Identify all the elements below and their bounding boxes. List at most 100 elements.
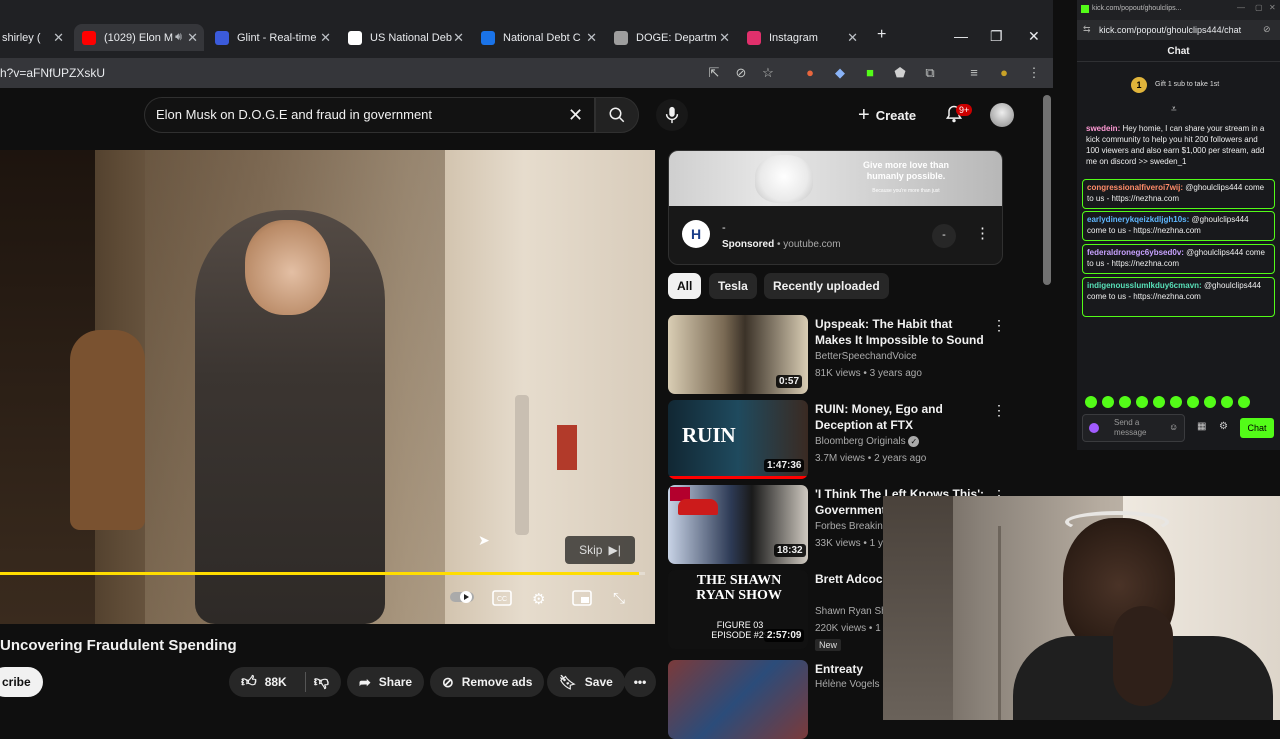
kick-maximize-icon[interactable]: ▢ xyxy=(1255,3,1263,12)
channel-name[interactable]: Bloomberg Originals ✓ xyxy=(815,436,920,447)
chip-tesla[interactable]: Tesla xyxy=(709,273,757,299)
emote-icon[interactable] xyxy=(1085,396,1097,408)
page-scrollbar[interactable] xyxy=(1043,95,1051,285)
emote-icon[interactable] xyxy=(1221,396,1233,408)
channel-name[interactable]: BetterSpeechandVoice xyxy=(815,351,917,362)
tab-close-icon[interactable]: ✕ xyxy=(187,30,198,46)
emote-icon[interactable] xyxy=(1119,396,1131,408)
tab-close-icon[interactable]: ✕ xyxy=(847,30,858,46)
extension-cloud-icon[interactable]: ◆ xyxy=(833,66,847,80)
account-avatar[interactable] xyxy=(990,103,1014,127)
chat-username[interactable]: indigenousslumlkduy6cmavn: xyxy=(1087,281,1202,290)
ad-action-button[interactable]: - xyxy=(932,224,956,248)
kick-close-icon[interactable]: ✕ xyxy=(1269,3,1276,12)
recommendation-title[interactable]: RUIN: Money, Ego and Deception at FTX xyxy=(815,401,985,433)
browser-menu-icon[interactable]: ⋮ xyxy=(1027,66,1041,80)
chat-username[interactable]: earlydinerykqeizkdljgh10s: xyxy=(1087,215,1189,224)
browser-tab[interactable]: Instagram ✕ xyxy=(739,24,864,51)
bookmark-star-icon[interactable]: ☆ xyxy=(761,66,775,80)
kick-eye-off-icon[interactable]: ⊘ xyxy=(1263,24,1271,35)
voice-search-button[interactable] xyxy=(656,99,688,131)
url-text[interactable]: h?v=aFNfUPZXskU xyxy=(0,66,105,80)
remove-ads-button[interactable]: ⊘ Remove ads xyxy=(430,667,545,697)
close-window-button[interactable]: ✕ xyxy=(1028,28,1040,45)
browser-tab[interactable]: shirley (✕ xyxy=(0,24,70,51)
tab-audio-icon[interactable]: 🔊︎ xyxy=(175,31,182,44)
channel-name[interactable]: Shawn Ryan Sh xyxy=(815,606,887,617)
emote-icon[interactable] xyxy=(1153,396,1165,408)
chat-username[interactable]: federaldronegc6ybsed0v: xyxy=(1087,248,1184,257)
chip-all[interactable]: All xyxy=(668,273,702,299)
channel-name[interactable]: Forbes Breakin xyxy=(815,521,883,532)
like-button[interactable]: 👍︎ 88K 👎︎ xyxy=(229,667,341,697)
eye-off-icon[interactable]: ⊘ xyxy=(734,66,748,80)
tab-close-icon[interactable]: ✕ xyxy=(453,30,464,46)
kick-url-text[interactable]: kick.com/popout/ghoulclips444/chat xyxy=(1099,25,1241,35)
browser-tab[interactable]: National Debt C ✕ xyxy=(473,24,603,51)
emote-icon[interactable] xyxy=(1136,396,1148,408)
media-controls-icon[interactable]: ≡ xyxy=(967,66,981,80)
save-button[interactable]: 🔖︎ Save xyxy=(547,667,625,697)
maximize-button[interactable]: ❐ xyxy=(990,28,1003,45)
emoji-picker-icon[interactable]: ☺ xyxy=(1169,422,1178,432)
extension-fox-icon[interactable]: ● xyxy=(803,66,817,80)
browser-tab[interactable]: (1029) Elon M 🔊︎ ✕ xyxy=(74,24,204,51)
chat-username[interactable]: swedein: xyxy=(1086,124,1120,133)
thumbs-down-icon[interactable]: 👎︎ xyxy=(314,673,329,691)
extension-shield-icon[interactable]: ⬟ xyxy=(893,66,907,80)
kick-message-input[interactable]: Send a message ☺ xyxy=(1082,414,1185,442)
extension-kick-icon[interactable]: ■ xyxy=(863,66,877,80)
emote-icon[interactable] xyxy=(1204,396,1216,408)
more-actions-button[interactable]: ••• xyxy=(624,667,656,697)
emote-icon[interactable] xyxy=(1170,396,1182,408)
search-input[interactable] xyxy=(156,107,556,122)
gift-icon[interactable]: ▦ xyxy=(1197,421,1206,432)
chat-username[interactable]: congressionalfiveroi7wij: xyxy=(1087,183,1183,192)
recommendation-title[interactable]: Upspeak: The Habit that Makes It Impossi… xyxy=(815,316,985,348)
clear-search-icon[interactable]: ✕ xyxy=(568,105,583,126)
video-thumbnail[interactable] xyxy=(668,660,808,739)
autoplay-toggle-icon[interactable] xyxy=(449,590,475,608)
tab-close-icon[interactable]: ✕ xyxy=(719,30,730,46)
fullscreen-icon[interactable]: ⤡ xyxy=(613,590,625,607)
tab-close-icon[interactable]: ✕ xyxy=(53,30,64,46)
settings-gear-icon[interactable]: ⚙ xyxy=(532,590,545,608)
search-button[interactable] xyxy=(595,97,639,133)
more-vertical-icon[interactable]: ⋮ xyxy=(992,402,1006,419)
kick-url-bar[interactable]: ⇆ kick.com/popout/ghoulclips444/chat ⊘ xyxy=(1077,20,1280,40)
chip-recently-uploaded[interactable]: Recently uploaded xyxy=(764,273,889,299)
captions-icon[interactable]: CC xyxy=(492,590,512,610)
tab-close-icon[interactable]: ✕ xyxy=(586,30,597,46)
send-chat-button[interactable]: Chat xyxy=(1240,418,1274,438)
skip-ad-button[interactable]: Skip ▶| xyxy=(565,536,635,564)
emote-icon[interactable] xyxy=(1238,396,1250,408)
video-player[interactable] xyxy=(0,150,655,624)
recommendation-item[interactable]: RUIN 1:47:36 RUIN: Money, Ego and Decept… xyxy=(668,400,1068,480)
pinned-collapse-icon[interactable]: ⩡ xyxy=(1171,104,1177,115)
ad-more-icon[interactable]: ⋮ xyxy=(975,224,990,242)
minimize-button[interactable]: — xyxy=(954,28,968,44)
gift-sub-text[interactable]: Gift 1 sub to take 1st xyxy=(1155,81,1219,88)
extensions-puzzle-icon[interactable]: ⧉ xyxy=(923,66,937,80)
browser-tab[interactable]: Glint - Real-time ✕ xyxy=(207,24,337,51)
kick-minimize-icon[interactable]: — xyxy=(1237,3,1245,12)
install-icon[interactable]: ⇱ xyxy=(707,66,721,80)
tab-close-icon[interactable]: ✕ xyxy=(320,30,331,46)
kick-settings-icon[interactable]: ⚙ xyxy=(1219,421,1228,432)
sponsored-ad-card[interactable]: Give more love than humanly possible. Be… xyxy=(668,150,1003,265)
profile-avatar-icon[interactable]: ● xyxy=(997,66,1011,80)
new-tab-button[interactable]: + xyxy=(877,26,886,44)
create-button[interactable]: + Create xyxy=(858,104,916,127)
recommendation-item[interactable]: 0:57 Upspeak: The Habit that Makes It Im… xyxy=(668,315,1068,395)
more-vertical-icon[interactable]: ⋮ xyxy=(992,317,1006,334)
share-button[interactable]: ➦ Share xyxy=(347,667,425,697)
ad-banner-image[interactable]: Give more love than humanly possible. Be… xyxy=(669,151,1002,206)
browser-tab[interactable]: US National Deb ✕ xyxy=(340,24,470,51)
miniplayer-icon[interactable] xyxy=(572,590,592,610)
search-box[interactable] xyxy=(144,97,595,133)
browser-tab[interactable]: DOGE: Departm ✕ xyxy=(606,24,736,51)
subscribe-button[interactable]: cribe xyxy=(0,667,43,697)
emote-icon[interactable] xyxy=(1102,396,1114,408)
site-settings-icon[interactable]: ⇆ xyxy=(1083,24,1091,35)
channel-name[interactable]: Hélène Vogels xyxy=(815,679,880,690)
